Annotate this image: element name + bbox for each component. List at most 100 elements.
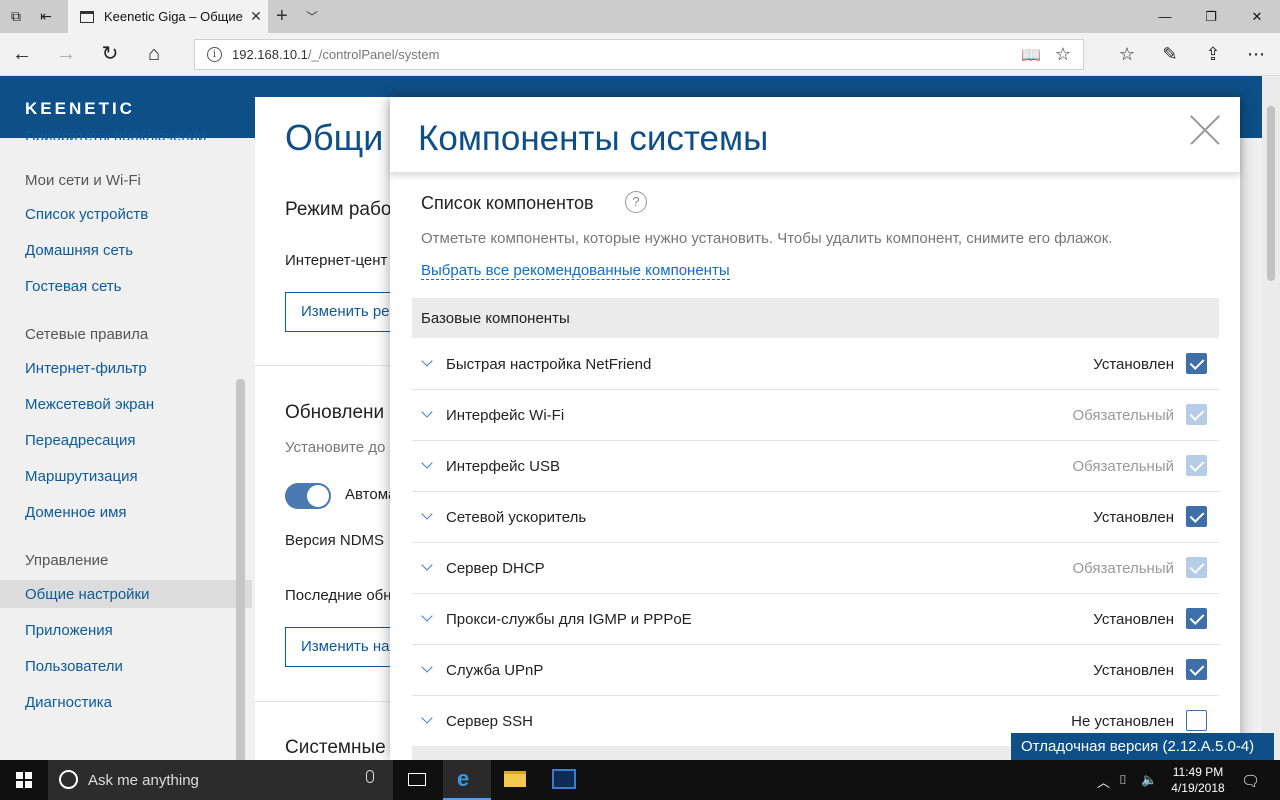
cortana-search[interactable]: Ask me anything [48,760,393,800]
select-recommended-link[interactable]: Выбрать все рекомендованные компоненты [421,262,730,280]
close-tab-icon[interactable]: ✕ [244,8,268,25]
sidebar-item-applications[interactable]: Приложения [25,622,113,639]
sidebar-item-general-settings[interactable]: Общие настройки [25,586,150,603]
restore-icon[interactable]: ❐ [1188,0,1234,33]
component-row[interactable]: Быстрая настройка NetFriend Установлен [412,339,1219,390]
component-status: Не установлен [1071,713,1174,730]
auto-update-toggle[interactable] [285,483,331,509]
tray-overflow-icon[interactable]: ︿ [1097,772,1110,791]
component-checkbox [1186,404,1207,425]
component-checkbox[interactable] [1186,353,1207,374]
sidebar-item-diagnostics[interactable]: Диагностика [25,694,112,711]
tab-preview-icon[interactable]: ⧉ [8,8,24,24]
tab-list-chevron-icon[interactable]: ﹀ [306,8,318,25]
component-checkbox[interactable] [1186,608,1207,629]
sidebar-scrollbar[interactable] [236,379,245,760]
component-name: Сетевой ускоритель [446,509,587,526]
expand-chevron-icon[interactable] [421,610,433,622]
updates-heading: Обновлени [285,402,385,423]
last-updates-label: Последние обн [285,587,392,604]
expand-chevron-icon[interactable] [421,457,433,469]
expand-chevron-icon[interactable] [421,712,433,724]
component-row[interactable]: Сетевой ускоритель Установлен [412,492,1219,543]
scrollbar-thumb[interactable] [1267,106,1275,281]
component-name: Прокси-службы для IGMP и PPPoE [446,611,692,628]
modal-title: Компоненты системы [418,119,769,158]
expand-chevron-icon[interactable] [421,355,433,367]
close-icon[interactable] [1190,115,1220,145]
component-row[interactable]: Сервер DHCP Обязательный [412,543,1219,594]
component-status: Установлен [1093,509,1174,526]
modal-header: Компоненты системы [390,97,1240,173]
component-checkbox[interactable] [1186,506,1207,527]
sidebar-item-domain-name[interactable]: Доменное имя [25,504,127,521]
component-checkbox[interactable] [1186,659,1207,680]
page-title: Общи [285,117,384,158]
page-scrollbar[interactable] [1262,76,1280,760]
new-tab-icon[interactable]: + [276,5,288,28]
component-checkbox [1186,455,1207,476]
sidebar-heading-management: Управление [25,552,109,569]
web-note-icon[interactable]: ✎ [1157,42,1183,66]
components-modal: Компоненты системы Список компонентов ? … [390,97,1240,760]
expand-chevron-icon[interactable] [421,508,433,520]
sidebar-item-port-forwarding[interactable]: Переадресация [25,432,136,449]
action-center-icon[interactable]: 🗨 [1241,772,1260,790]
close-window-icon[interactable]: ✕ [1234,0,1280,33]
system-clock[interactable]: 11:49 PM 4/19/2018 [1163,764,1233,796]
expand-chevron-icon[interactable] [421,406,433,418]
component-status: Обязательный [1072,560,1175,577]
expand-chevron-icon[interactable] [421,559,433,571]
task-view-icon[interactable] [393,760,441,800]
file-explorer-icon[interactable] [491,760,539,800]
network-app-icon[interactable] [540,760,588,800]
sidebar-item-users[interactable]: Пользователи [25,658,123,675]
component-row[interactable]: Прокси-службы для IGMP и PPPoE Установлен [412,594,1219,645]
forward-icon[interactable]: → [53,42,79,66]
ndms-version-label: Версия NDMS [285,532,385,549]
sidebar-item-devices[interactable]: Список устройств [25,206,148,223]
updates-hint: Установите до [285,439,386,456]
component-status: Установлен [1093,356,1174,373]
component-name: Интерфейс USB [446,458,561,475]
refresh-icon[interactable]: ↻ [97,42,123,66]
sidebar-item-guest-network[interactable]: Гостевая сеть [25,278,121,295]
router-web-ui: KEENETIC Приоритеты подключений Мои сети… [0,76,1280,760]
sidebar-item-firewall[interactable]: Межсетевой экран [25,396,154,413]
clock-date: 4/19/2018 [1171,781,1225,795]
reading-view-icon[interactable]: 📖 [1021,45,1041,65]
network-status-icon[interactable]: ⌷ [1119,772,1127,788]
set-aside-tabs-icon[interactable]: ⇤ [38,8,54,24]
minimize-icon[interactable]: — [1142,0,1188,33]
share-icon[interactable]: ⇪ [1200,42,1226,66]
back-icon[interactable]: ← [9,42,35,66]
volume-muted-icon[interactable]: 🔈 [1141,772,1157,788]
site-info-icon[interactable]: i [207,47,222,62]
sidebar-item-internet-filter[interactable]: Интернет-фильтр [25,360,147,377]
component-row[interactable]: Служба UPnP Установлен [412,645,1219,696]
component-row[interactable]: Интерфейс USB Обязательный [412,441,1219,492]
system-heading: Системные [285,737,386,758]
sidebar-item-home-network[interactable]: Домашняя сеть [25,242,133,259]
component-name: Сервер DHCP [446,560,545,577]
expand-chevron-icon[interactable] [421,661,433,673]
edge-browser-icon[interactable]: e [443,760,491,800]
address-bar[interactable]: i 192.168.10.1/_/controlPanel/system 📖 ☆ [194,39,1084,70]
microphone-icon[interactable] [366,770,374,783]
tab-title: Keenetic Giga – Общие [104,9,243,24]
home-icon[interactable]: ⌂ [141,42,167,66]
sidebar-heading-rules: Сетевые правила [25,326,149,343]
favorites-hub-icon[interactable]: ☆ [1114,42,1140,66]
sidebar-item-routing[interactable]: Маршрутизация [25,468,138,485]
component-checkbox[interactable] [1186,710,1207,731]
url-text[interactable]: 192.168.10.1/_/controlPanel/system [232,47,1021,62]
help-icon[interactable]: ? [625,191,647,213]
favorite-star-icon[interactable]: ☆ [1053,44,1073,65]
start-icon[interactable] [16,772,32,788]
browser-nav-bar: ← → ↻ ⌂ i 192.168.10.1/_/controlPanel/sy… [0,33,1280,76]
more-menu-icon[interactable]: ⋯ [1243,42,1269,66]
sidebar-item-partial[interactable]: Приоритеты подключений [25,128,206,140]
component-row[interactable]: Интерфейс Wi-Fi Обязательный [412,390,1219,441]
mode-heading: Режим рабо [285,199,392,220]
browser-tab[interactable]: Keenetic Giga – Общие ✕ [68,0,268,33]
